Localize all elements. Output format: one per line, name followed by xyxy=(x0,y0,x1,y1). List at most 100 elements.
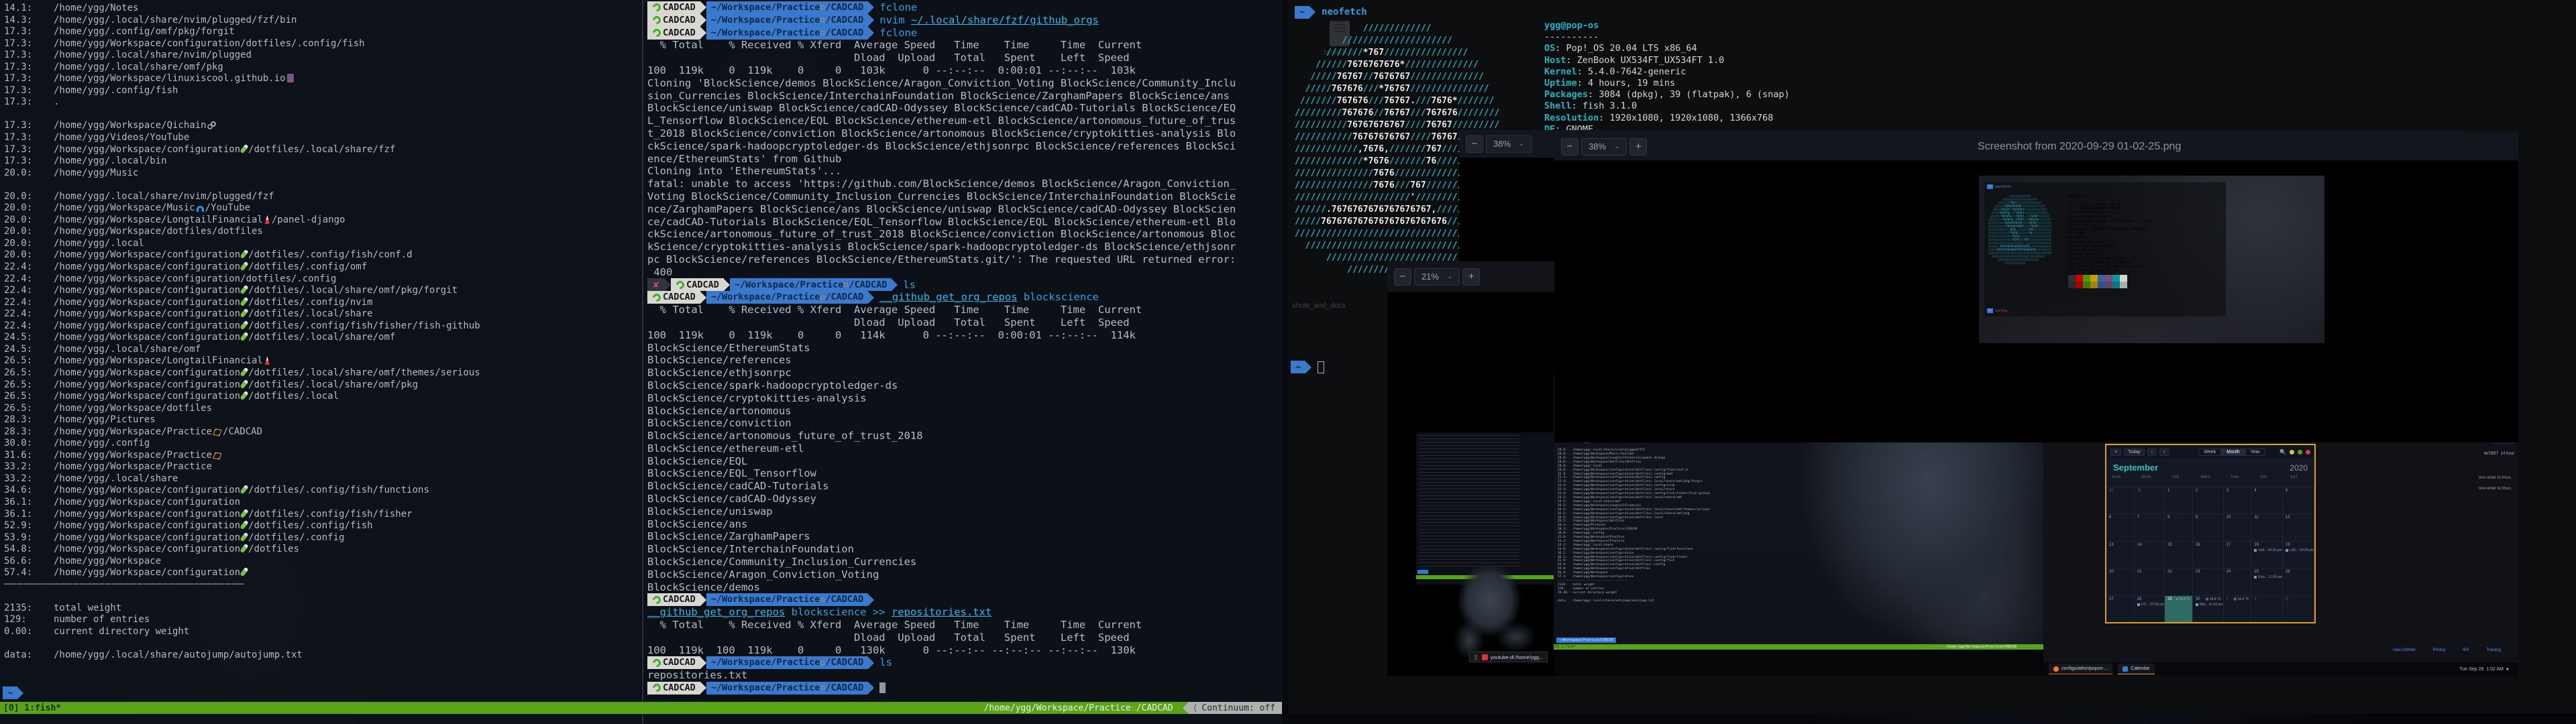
calendar-day-cell[interactable]: 9 xyxy=(2193,514,2224,540)
practice-knot-icon xyxy=(821,31,825,35)
calendar-day-cell[interactable]: 11 xyxy=(2251,514,2282,540)
terminal-line: CADCAD~/Workspace/Practice/CADCADfclone xyxy=(647,27,1283,40)
terminal-line: BlockScience/EQL_Tensorflow xyxy=(647,467,1283,480)
terminal-left-autojump[interactable]: 14.1:/home/ygg/Notes14.3:/home/ygg/.loca… xyxy=(0,0,641,724)
terminal-line: 17.3:/home/ygg/Workspace/linuxiscool.git… xyxy=(4,73,641,85)
terminal-line: 26.5:/home/ygg/Workspace/configuration/d… xyxy=(4,391,641,403)
terminal-line: 31.6:/home/ygg/Workspace/Practice xyxy=(4,450,641,462)
terminal-line: 20.0:/home/ygg/.local/share/nvim/plugged… xyxy=(4,191,641,203)
terminal-line: 34.6:/home/ygg/Workspace/configuration/d… xyxy=(4,485,641,497)
terminal-line: Dload Upload Total Spent Left Speed xyxy=(647,316,1283,329)
calendar-day-cell[interactable]: 23 xyxy=(2193,568,2224,595)
calendar-day-cell[interactable]: 29● 16.4 °C xyxy=(2165,595,2193,622)
calendar-day-cell[interactable]: 3 xyxy=(2224,487,2252,514)
calendar-day-cell[interactable]: 10 xyxy=(2224,514,2252,540)
venv-segment: CADCAD xyxy=(647,27,700,40)
calendar-next-button[interactable]: › xyxy=(2159,448,2169,456)
terminal-mid-cadcad[interactable]: CADCAD~/Workspace/Practice/CADCADfcloneC… xyxy=(642,0,1283,724)
calendar-add-button[interactable]: + xyxy=(2110,448,2121,456)
calendar-day-cell[interactable]: 2 xyxy=(2251,595,2282,622)
calendar-icon xyxy=(2123,666,2128,672)
test-tube-icon xyxy=(239,508,248,518)
calendar-day-cell[interactable]: 17 xyxy=(2224,541,2252,568)
terminal-line: 54.8:/home/ygg/Workspace/configuration/d… xyxy=(4,544,641,556)
calendar-day-cell[interactable]: 7 xyxy=(2135,514,2165,540)
terminal-line: % Total % Received % Xferd Average Speed… xyxy=(647,304,1283,316)
terminal-line: Dload Upload Total Spent Left Speed xyxy=(647,631,1283,644)
calendar-day-cell[interactable]: 6 xyxy=(2106,514,2135,540)
terminal-line: % Total % Received % Xferd Average Speed… xyxy=(647,39,1283,52)
calendar-day-cell[interactable]: 3 xyxy=(2283,595,2314,622)
calendar-day-cell[interactable]: 4 xyxy=(2251,487,2282,514)
calendar-day-cell[interactable]: 30 xyxy=(2106,487,2135,514)
terminal-line: 100 119k 0 119k 0 0 114k 0 --:--:-- 0:00… xyxy=(647,329,1283,342)
zoom-level-dropdown[interactable]: 38%⌄ xyxy=(1581,138,1627,156)
calendar-day-cell[interactable]: 21 xyxy=(2135,568,2165,595)
calendar-day-cell[interactable]: 30▤ 15.6 °CMat... 01:00 pm xyxy=(2193,595,2224,622)
calendar-day-cell[interactable]: 16 xyxy=(2193,541,2224,568)
calendar-day-cell[interactable]: 19LAD... 03:00 pm xyxy=(2283,541,2314,568)
error-cross-icon: ✘ xyxy=(647,278,665,291)
zoom-level-dropdown[interactable]: 21%⌄ xyxy=(1414,268,1460,286)
calendar-day-cell[interactable]: 12 xyxy=(2283,514,2314,540)
powerline-arrow-icon xyxy=(17,687,23,699)
zoom-out-button[interactable]: − xyxy=(1561,138,1578,156)
calendar-day-cell[interactable]: 5 xyxy=(2283,487,2314,514)
chevron-down-icon: ⌄ xyxy=(1447,273,1452,280)
taskbar-item-firefox[interactable]: configuration/popos-... xyxy=(2049,664,2112,674)
window-a-headerbar[interactable]: − 38%⌄ + Screenshot from 2020-09-29 01-0… xyxy=(1554,133,2518,161)
terminal-line: % Total % Received % Xferd Average Speed… xyxy=(647,619,1283,631)
zoom-level-dropdown[interactable]: 38%⌄ xyxy=(1486,135,1532,153)
calendar-day-cell[interactable]: 1 xyxy=(2165,487,2193,514)
chevron-down-icon: ⌄ xyxy=(1614,143,1619,150)
powerline-left-arrow-icon xyxy=(1183,702,1189,714)
test-tube-icon xyxy=(239,520,248,530)
calendar-day-cell[interactable]: 14 xyxy=(2135,541,2165,568)
nested-prompt: ~neofetch xyxy=(1987,184,2011,189)
snake-icon xyxy=(651,594,663,605)
zoom-out-button[interactable]: − xyxy=(1466,135,1483,153)
calendar-day-cell[interactable]: 31 xyxy=(2135,487,2165,514)
zoom-out-button[interactable]: − xyxy=(1394,268,1411,286)
calendar-today-button[interactable]: Today xyxy=(2124,448,2145,456)
search-icon[interactable]: 🔍 xyxy=(2279,449,2286,455)
calendar-day-cell[interactable]: 13 xyxy=(2106,541,2135,568)
calendar-day-cell[interactable]: 25Kiss... 11:00 am xyxy=(2251,568,2282,595)
calendar-day-cell[interactable]: 22 xyxy=(2165,568,2193,595)
terminal-line: Cloning into 'EthereumStats'... xyxy=(647,165,1283,178)
calendar-day-cell[interactable]: 27 xyxy=(2106,595,2135,622)
calendar-prev-button[interactable]: ‹ xyxy=(2147,448,2157,456)
terminal-line: __github_get_org_repos blockscience >> r… xyxy=(647,606,1283,619)
calendar-day-cell[interactable]: 8 xyxy=(2165,514,2193,540)
nested-taskbar-right-monitor: configuration/popos-... Calendar Tue Sep… xyxy=(2043,662,2518,676)
calendar-day-cell[interactable]: 2 xyxy=(2193,487,2224,514)
calendar-day-cell[interactable]: 20 xyxy=(2106,568,2135,595)
zoom-in-button[interactable]: + xyxy=(1462,268,1480,286)
fish-powerline-prompt: CADCAD ~/Workspace/Practice/CADCAD xyxy=(647,27,874,40)
zoom-in-button[interactable]: + xyxy=(1629,138,1647,156)
terminal-line: 17.3:/home/ygg/.config/fish xyxy=(4,85,641,97)
cwd-segment: ~/Workspace/Practice/CADCAD xyxy=(706,656,868,669)
terminal-line: ence/EthereumStats' from Github xyxy=(647,153,1283,166)
calendar-day-cell[interactable]: 15 xyxy=(2165,541,2193,568)
terminal-line: ce/cadCAD-Tutorials BlockScience/EQL_Ten… xyxy=(647,216,1283,229)
red-dot-icon xyxy=(2306,450,2310,455)
calendar-day-cell[interactable]: 28UTr... 02:00 pm xyxy=(2135,595,2165,622)
cadcad-output: CADCAD~/Workspace/Practice/CADCADfcloneC… xyxy=(643,0,1283,695)
cwd-segment: ~/Workspace/Practice/CADCAD xyxy=(706,27,868,40)
taskbar-item-calendar[interactable]: Calendar xyxy=(2118,664,2154,674)
test-tube-icon xyxy=(239,285,248,295)
zoom-controls: − 21%⌄ + xyxy=(1394,268,1480,286)
tmux-status-bar[interactable]: [0] 1:fish* /home/ygg/Workspace/Practice… xyxy=(0,702,1282,714)
image-viewer-window-a[interactable]: − 38%⌄ + Screenshot from 2020-09-29 01-0… xyxy=(1554,133,2518,442)
cwd-segment: ~/Workspace/Practice/CADCAD xyxy=(706,1,868,14)
terminal-line: Voting BlockScience/Community_Inclusion_… xyxy=(647,190,1283,203)
calendar-view-switcher[interactable]: WeekMonthYear xyxy=(2198,448,2265,456)
calendar-day-cell[interactable]: 26 xyxy=(2283,568,2314,595)
calendar-day-cell[interactable]: 24 xyxy=(2224,568,2252,595)
test-tube-icon xyxy=(239,249,248,259)
calendar-day-cell[interactable]: 18Sett... 02:30 pm xyxy=(2251,541,2282,568)
terminal-line: sion_Currencies BlockScience/InterchainF… xyxy=(647,90,1283,103)
practice-knot-icon xyxy=(213,428,221,436)
calendar-day-cell[interactable]: 1▤ 16.2 °C xyxy=(2224,595,2252,622)
